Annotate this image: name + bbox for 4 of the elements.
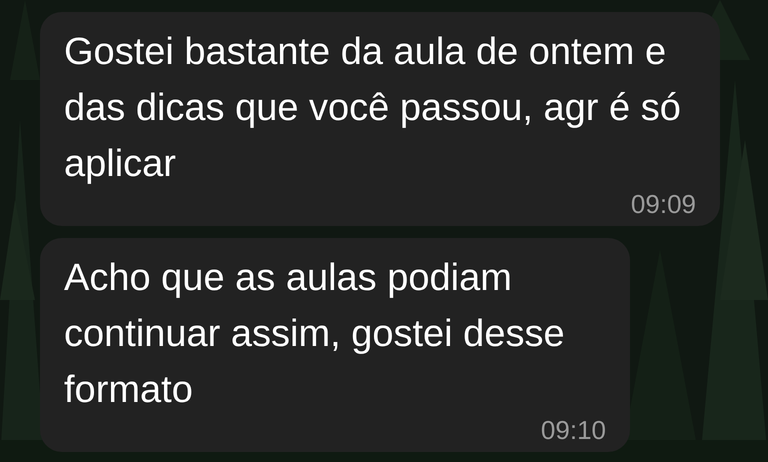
message-time: 09:10 [540,418,606,442]
message-time: 09:09 [630,192,696,216]
message-text: Gostei bastante da aula de ontem e das dicas que você passou, agr é só aplicar [64,30,682,187]
message-text: Acho que as aulas podiam continuar assim, gostei desse formato [64,256,566,413]
